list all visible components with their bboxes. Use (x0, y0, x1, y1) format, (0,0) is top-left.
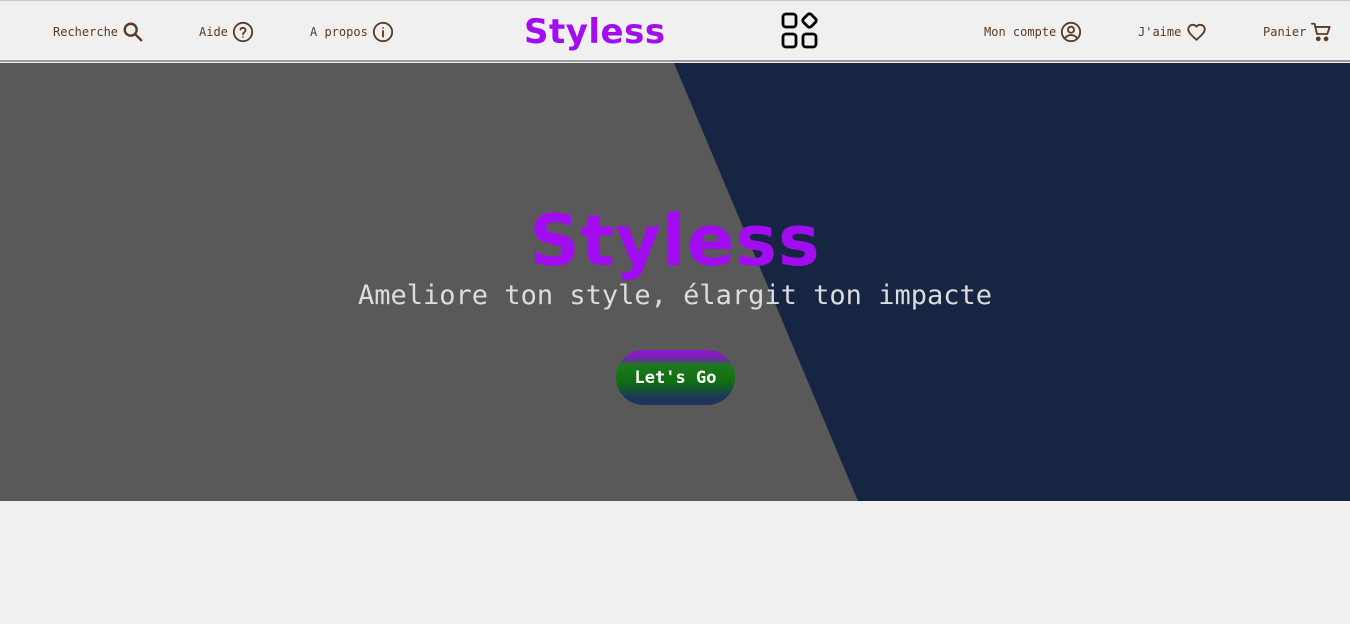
top-navbar: Recherche Aide A propos Styless Mon comp… (0, 0, 1350, 62)
help-label: Aide (199, 25, 228, 39)
info-circle-icon (372, 21, 393, 43)
cart-icon (1311, 22, 1331, 42)
search-icon (123, 22, 143, 42)
about-link[interactable]: A propos (310, 1, 394, 63)
account-label: Mon compte (984, 25, 1057, 39)
help-link[interactable]: Aide (199, 1, 254, 63)
hero-title: Styless (529, 200, 821, 282)
help-circle-icon (232, 21, 253, 43)
cart-link[interactable]: Panier (1263, 1, 1332, 63)
heart-icon (1187, 23, 1207, 41)
apps-grid-icon[interactable] (781, 12, 819, 50)
account-link[interactable]: Mon compte (984, 1, 1082, 63)
likes-link[interactable]: J'aime (1138, 1, 1208, 63)
hero-banner: Styless Ameliore ton style, élargit ton … (0, 63, 1350, 501)
hero-subtitle: Ameliore ton style, élargit ton impacte (358, 280, 992, 311)
likes-label: J'aime (1138, 25, 1182, 39)
user-circle-icon (1061, 21, 1082, 43)
brand-logo[interactable]: Styless (524, 11, 666, 53)
search-link[interactable]: Recherche (53, 1, 144, 63)
cart-label: Panier (1263, 25, 1307, 39)
about-label: A propos (310, 25, 368, 39)
search-label: Recherche (53, 25, 119, 39)
lets-go-button[interactable]: Let's Go (616, 350, 735, 405)
